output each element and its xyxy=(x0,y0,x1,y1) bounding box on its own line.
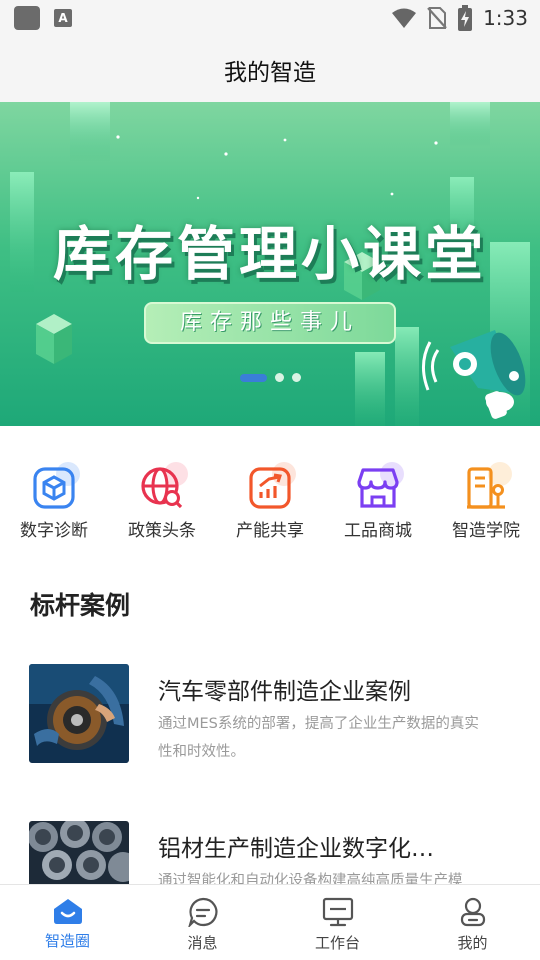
a-badge-icon: A xyxy=(54,9,72,27)
nav-label: 政策头条 xyxy=(128,521,196,541)
wifi-icon xyxy=(392,8,417,28)
carousel-dot-3[interactable] xyxy=(292,373,301,382)
globe-search-icon xyxy=(141,467,183,509)
tab-home[interactable]: 智造圈 xyxy=(0,885,135,960)
growth-chart-icon xyxy=(249,467,291,509)
monitor-icon xyxy=(322,897,353,927)
cube-scan-icon xyxy=(33,467,75,509)
tab-label: 消息 xyxy=(187,934,218,952)
nav-policy-news[interactable]: 政策头条 xyxy=(108,456,216,556)
nav-digital-diagnosis[interactable]: 数字诊断 xyxy=(0,456,108,556)
building-icon xyxy=(467,467,505,509)
promo-banner[interactable]: 库存管理小课堂 库存那些事儿 xyxy=(0,102,540,426)
nav-academy[interactable]: 智造学院 xyxy=(432,456,540,556)
nav-label: 产能共享 xyxy=(236,521,304,541)
message-icon xyxy=(187,897,217,927)
section-title: 标杆案例 xyxy=(30,591,131,620)
tab-me[interactable]: 我的 xyxy=(405,885,540,960)
bottom-nav: 智造圈 消息 工作台 我的 xyxy=(0,884,540,960)
case-item-auto-parts[interactable]: 汽车零部件制造企业案例 通过MES系统的部署，提高了企业生产数据的真实性和时效性… xyxy=(0,664,540,764)
status-bar: A 1:33 xyxy=(0,0,540,36)
nav-capacity-sharing[interactable]: 产能共享 xyxy=(216,456,324,556)
tab-label: 工作台 xyxy=(314,934,360,952)
case-title: 汽车零部件制造企业案例 xyxy=(158,679,411,705)
case-description: 通过MES系统的部署，提高了企业生产数据的真实性和时效性。 xyxy=(158,716,479,760)
status-time: 1:33 xyxy=(483,6,528,30)
header: 我的智造 xyxy=(0,36,540,102)
cube-left xyxy=(36,314,72,364)
banner-title: 库存管理小课堂 xyxy=(52,220,487,288)
tab-workbench[interactable]: 工作台 xyxy=(270,885,405,960)
carousel-dot-2[interactable] xyxy=(275,373,284,382)
tab-label: 智造圈 xyxy=(44,932,90,950)
nav-label: 智造学院 xyxy=(452,521,520,541)
nav-label: 数字诊断 xyxy=(20,521,88,541)
case-thumbnail xyxy=(29,664,129,763)
carousel-dot-1[interactable] xyxy=(240,373,267,382)
case-title: 铝材生产制造企业数字化… xyxy=(158,836,434,862)
quick-nav: 数字诊断 政策头条 产能共享 工品商城 智造学院 xyxy=(0,456,540,556)
page-title: 我的智造 xyxy=(224,60,316,86)
nav-industrial-mall[interactable]: 工品商城 xyxy=(324,456,432,556)
no-sim-icon xyxy=(427,7,447,29)
app-square-icon xyxy=(14,6,40,30)
battery-charging-icon xyxy=(458,5,473,31)
nav-label: 工品商城 xyxy=(344,521,412,541)
home-smile-icon xyxy=(53,899,82,924)
tab-label: 我的 xyxy=(457,934,488,952)
storefront-icon xyxy=(357,468,399,508)
tab-messages[interactable]: 消息 xyxy=(135,885,270,960)
carousel-indicator[interactable] xyxy=(240,373,301,382)
banner-subtitle: 库存那些事儿 xyxy=(144,302,396,344)
user-icon xyxy=(460,897,485,927)
